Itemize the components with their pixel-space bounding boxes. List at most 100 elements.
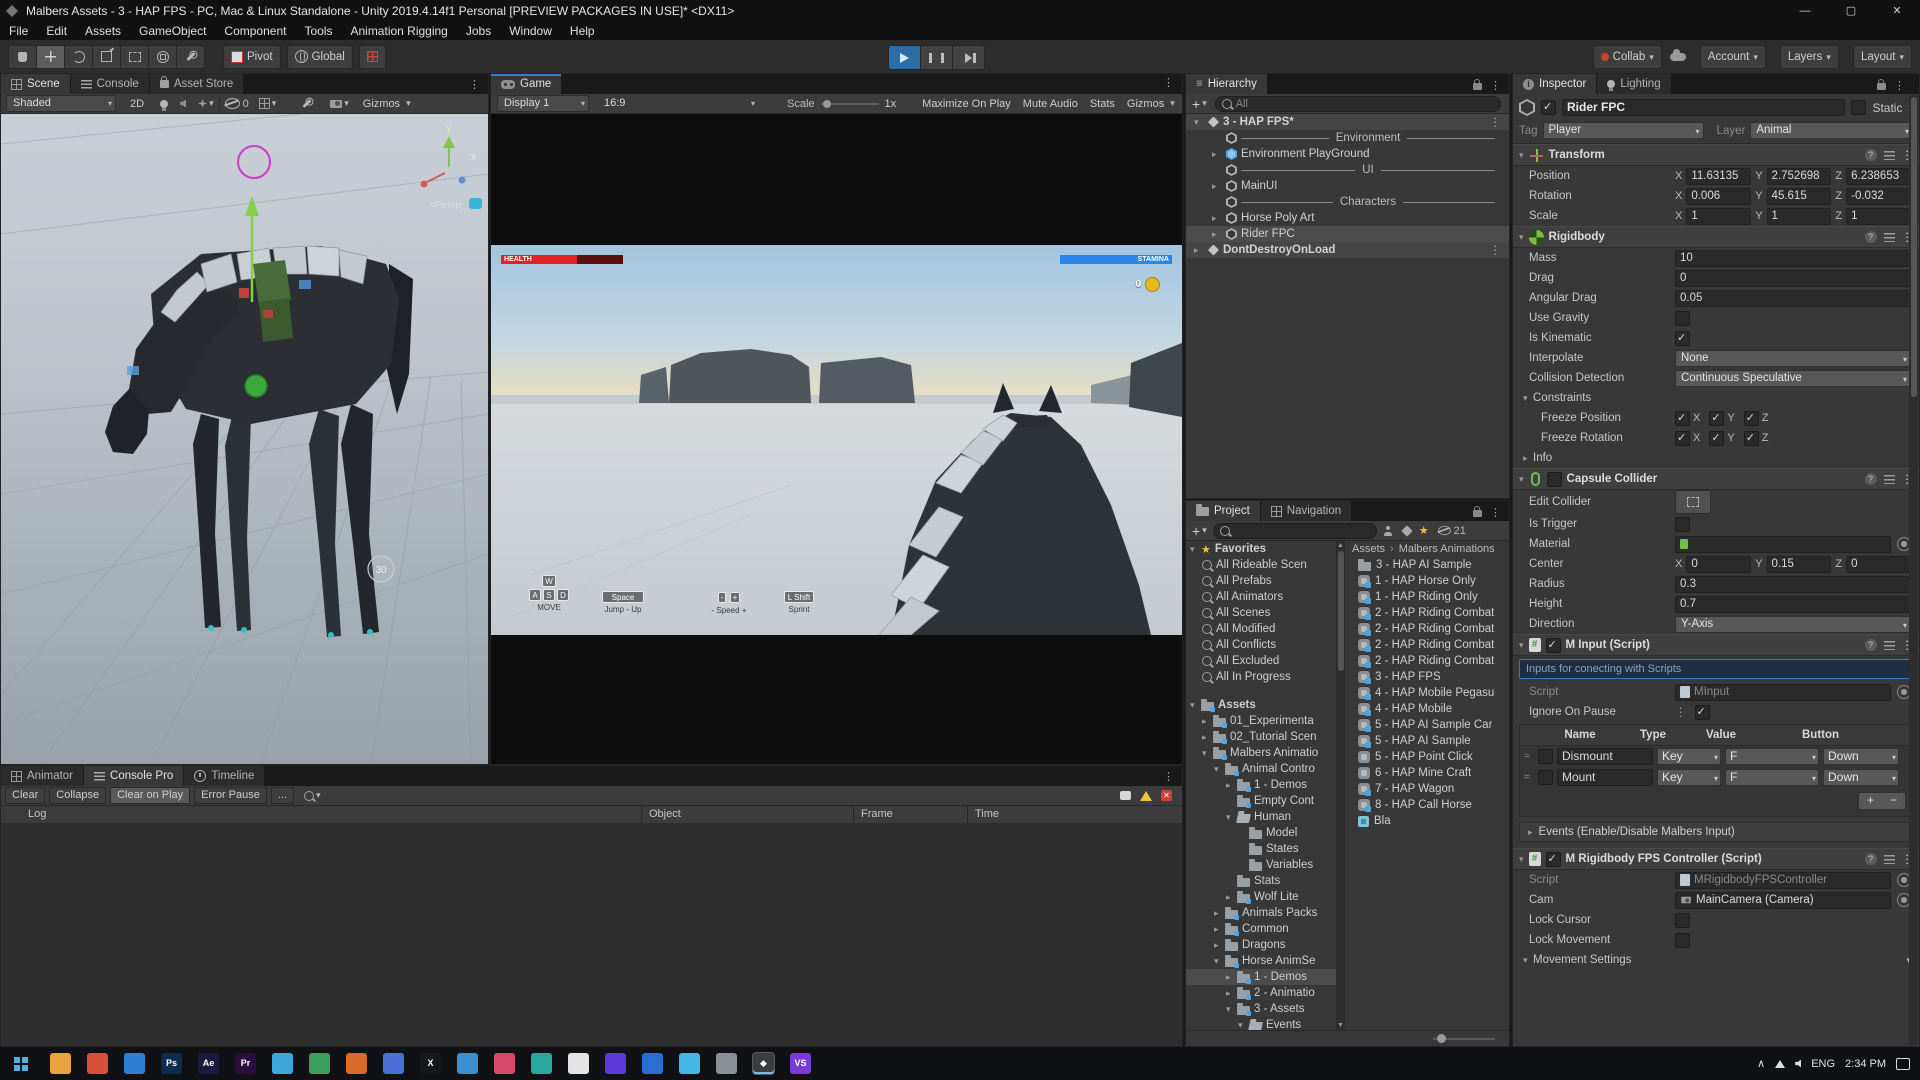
error-filter-icon[interactable]: ✕ <box>1161 790 1172 801</box>
maximize-button[interactable]: ▢ <box>1828 0 1874 22</box>
taskbar-app-icon[interactable] <box>272 1053 293 1074</box>
taskbar-app-icon[interactable]: Ps <box>161 1053 182 1074</box>
rotate-tool-button[interactable] <box>64 45 92 69</box>
z-field[interactable]: -0.032 <box>1846 188 1911 205</box>
scene-lighting-toggle[interactable] <box>160 100 168 108</box>
x-field[interactable]: 11.63135 <box>1686 168 1751 185</box>
lock-cursor-checkbox[interactable] <box>1675 913 1690 928</box>
panel-tab[interactable]: Console Pro <box>84 766 184 786</box>
pause-button[interactable] <box>920 45 952 70</box>
asset-item[interactable]: 2 - HAP Riding Combat <box>1346 653 1508 669</box>
y-field[interactable]: 45.615 <box>1767 188 1832 205</box>
minput-header[interactable]: ▾# M Input (Script) ?⋮ <box>1513 634 1919 656</box>
tray-expand-chevron[interactable]: ∧ <box>1757 1057 1765 1070</box>
folder-tree-item[interactable]: ▸ 1 - Demos <box>1186 969 1336 985</box>
hierarchy-tab[interactable]: ≡Hierarchy <box>1186 74 1268 94</box>
lock-icon[interactable] <box>1877 83 1886 90</box>
value-control[interactable] <box>1675 331 1690 346</box>
taskbar-app-icon[interactable] <box>568 1053 589 1074</box>
folder-tree-item[interactable]: ▸ Dragons <box>1186 937 1336 953</box>
row-menu-kebab[interactable]: ⋮ <box>1490 243 1510 257</box>
asset-item[interactable]: 6 - HAP Mine Craft <box>1346 765 1508 781</box>
help-icon[interactable]: ? <box>1865 639 1877 651</box>
folder-tree-item[interactable]: ▾ Horse AnimSe <box>1186 953 1336 969</box>
remove-input-button[interactable]: − <box>1882 793 1905 809</box>
favorite-search-item[interactable]: All Animators <box>1186 589 1336 605</box>
favorite-search-item[interactable]: All Prefabs <box>1186 573 1336 589</box>
taskbar-app-icon[interactable] <box>50 1053 71 1074</box>
pivot-toggle[interactable]: Pivot <box>223 45 281 69</box>
global-toggle[interactable]: Global <box>287 45 353 69</box>
maximize-on-play-toggle[interactable]: Maximize On Play <box>916 98 1017 110</box>
row-menu-kebab[interactable]: ⋮ <box>1490 115 1510 129</box>
lock-icon[interactable] <box>1473 510 1482 517</box>
foldout-arrow[interactable]: ▸ <box>1212 213 1226 224</box>
orientation-gizmo[interactable]: y x <Persp <box>421 123 483 211</box>
clock[interactable]: 2:34 PM <box>1845 1058 1886 1070</box>
preset-icon[interactable] <box>1884 641 1895 650</box>
console-toolbar-button[interactable]: ... <box>271 787 294 804</box>
favorite-search-item[interactable]: All Conflicts <box>1186 637 1336 653</box>
preset-icon[interactable] <box>1884 233 1895 242</box>
lock-icon[interactable] <box>1473 83 1482 90</box>
x-field[interactable]: 1 <box>1686 208 1751 225</box>
menu-item[interactable]: Window <box>500 24 561 38</box>
asset-item[interactable]: 5 - HAP Point Click <box>1346 749 1508 765</box>
scene-grid-dropdown[interactable] <box>259 98 270 109</box>
hierarchy-item[interactable]: Characters <box>1186 194 1509 210</box>
layout-button[interactable]: Layout▾ <box>1853 45 1912 69</box>
foldout-arrow[interactable]: ▸ <box>1214 940 1225 951</box>
script-description-box[interactable]: Inputs for conecting with Scripts <box>1519 659 1913 679</box>
center-z-field[interactable]: 0 <box>1846 556 1911 573</box>
panel-tab[interactable]: Console <box>71 74 150 94</box>
taskbar-app-icon[interactable] <box>124 1053 145 1074</box>
help-icon[interactable]: ? <box>1865 149 1877 161</box>
height-field[interactable]: 0.7 <box>1675 596 1911 613</box>
y-field[interactable]: 1 <box>1767 208 1832 225</box>
z-field[interactable]: 6.238653 <box>1846 168 1911 185</box>
console-toolbar-button[interactable]: Clear on Play <box>110 787 190 804</box>
enabled-checkbox[interactable] <box>1546 638 1561 653</box>
foldout-arrow[interactable]: ▸ <box>1226 780 1237 791</box>
active-checkbox[interactable] <box>1541 100 1556 115</box>
input-type-dropdown[interactable]: Key <box>1657 748 1721 765</box>
2d-toggle[interactable]: 2D <box>124 98 150 110</box>
y-field[interactable]: 2.752698 <box>1767 168 1832 185</box>
scene-audio-toggle[interactable] <box>180 100 186 108</box>
input-active-checkbox[interactable] <box>1538 770 1553 785</box>
help-icon[interactable]: ? <box>1865 853 1877 865</box>
taskbar-app-icon[interactable] <box>679 1053 700 1074</box>
folder-tree-item[interactable]: ▾ Malbers Animatio <box>1186 745 1336 761</box>
foldout-arrow[interactable]: ▸ <box>1212 181 1226 192</box>
foldout-arrow[interactable]: ▾ <box>1214 764 1225 775</box>
asset-item[interactable]: 5 - HAP AI Sample <box>1346 733 1508 749</box>
asset-item[interactable]: 3 - HAP AI Sample <box>1346 557 1508 573</box>
search-by-import-icon[interactable] <box>1383 526 1393 536</box>
console-toolbar-button[interactable]: Clear <box>5 787 45 804</box>
asset-item[interactable]: 4 - HAP Mobile Pegasu <box>1346 685 1508 701</box>
help-icon[interactable]: ? <box>1865 473 1877 485</box>
menu-item[interactable]: Tools <box>295 24 341 38</box>
time-column-header[interactable]: Time <box>975 808 999 820</box>
foldout-arrow[interactable]: ▸ <box>1202 732 1213 743</box>
input-active-checkbox[interactable] <box>1538 749 1553 764</box>
value-control[interactable]: 0.05 <box>1675 290 1911 307</box>
folder-tree-item[interactable]: ▸ 1 - Demos <box>1186 777 1336 793</box>
value-control[interactable]: 10 <box>1675 250 1911 267</box>
add-input-button[interactable]: + <box>1859 793 1882 809</box>
favorites-star-icon[interactable]: ★ <box>1419 524 1429 537</box>
folder-tree-item[interactable]: ▾ 3 - Assets <box>1186 1001 1336 1017</box>
radius-field[interactable]: 0.3 <box>1675 576 1911 593</box>
stats-toggle[interactable]: Stats <box>1084 98 1121 110</box>
move-tool-button[interactable] <box>36 45 64 69</box>
inspector-menu-kebab[interactable]: ⋮ <box>1894 77 1915 92</box>
favorite-search-item[interactable]: All Modified <box>1186 621 1336 637</box>
console-toolbar-button[interactable]: Collapse <box>49 787 106 804</box>
taskbar-app-icon[interactable] <box>309 1053 330 1074</box>
taskbar-app-icon[interactable]: X <box>420 1053 441 1074</box>
folder-tree-item[interactable]: ▾ Events <box>1186 1017 1336 1030</box>
project-menu-kebab[interactable]: ⋮ <box>1490 504 1505 519</box>
shading-mode-dropdown[interactable]: Shaded <box>6 95 116 112</box>
folder-tree-item[interactable]: ▸ 02_Tutorial Scen <box>1186 729 1336 745</box>
material-field[interactable] <box>1675 536 1891 553</box>
